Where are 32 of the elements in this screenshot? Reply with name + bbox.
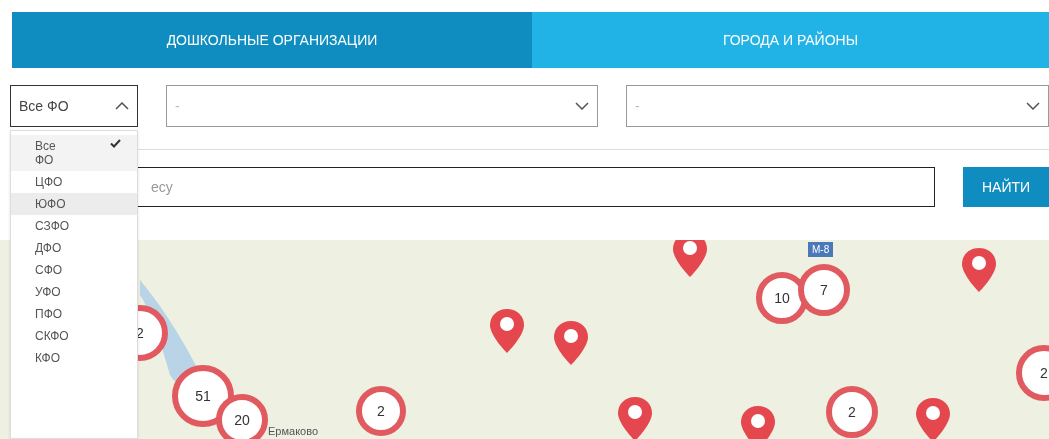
chevron-down-icon	[1026, 102, 1040, 110]
filter-select[interactable]: Все ФО	[10, 85, 138, 127]
dropdown-option[interactable]: СФО	[11, 259, 137, 281]
cluster-marker[interactable]: 20	[216, 394, 268, 439]
checkmark-icon	[110, 139, 121, 148]
map-pin-icon[interactable]	[489, 308, 525, 354]
dropdown-option[interactable]: ЮФО	[11, 193, 137, 215]
cluster-marker[interactable]: 2	[356, 386, 406, 436]
search-button[interactable]: НАЙТИ	[963, 167, 1049, 207]
cluster-marker[interactable]: 7	[798, 264, 850, 316]
cluster-marker[interactable]: 2	[826, 386, 878, 438]
chevron-down-icon	[575, 102, 589, 110]
dropdown-option[interactable]: ДФО	[11, 237, 137, 259]
dropdown-option[interactable]: КФО	[11, 347, 137, 369]
tab[interactable]: ДОШКОЛЬНЫЕ ОРГАНИЗАЦИИ	[12, 12, 532, 68]
map-pin-icon[interactable]	[961, 247, 997, 293]
cluster-marker[interactable]: 10	[756, 272, 808, 324]
dropdown-option[interactable]: Все ФО	[11, 135, 137, 171]
dropdown-option[interactable]: ЦФО	[11, 171, 137, 193]
map-pin-icon[interactable]	[672, 240, 708, 278]
dropdown-option[interactable]: ПФО	[11, 303, 137, 325]
map-pin-icon[interactable]	[553, 320, 589, 366]
map-pin-icon[interactable]	[617, 396, 653, 439]
dropdown-option[interactable]: УФО	[11, 281, 137, 303]
dropdown-option[interactable]: СКФО	[11, 325, 137, 347]
cluster-marker[interactable]: 2	[1016, 345, 1049, 401]
chevron-up-icon	[115, 102, 129, 110]
dropdown-option[interactable]: СЗФО	[11, 215, 137, 237]
map-label: М-8	[808, 242, 834, 257]
map-label: Ермаково	[268, 424, 319, 439]
map-pin-icon[interactable]	[740, 405, 776, 439]
map-pin-icon[interactable]	[915, 397, 951, 439]
